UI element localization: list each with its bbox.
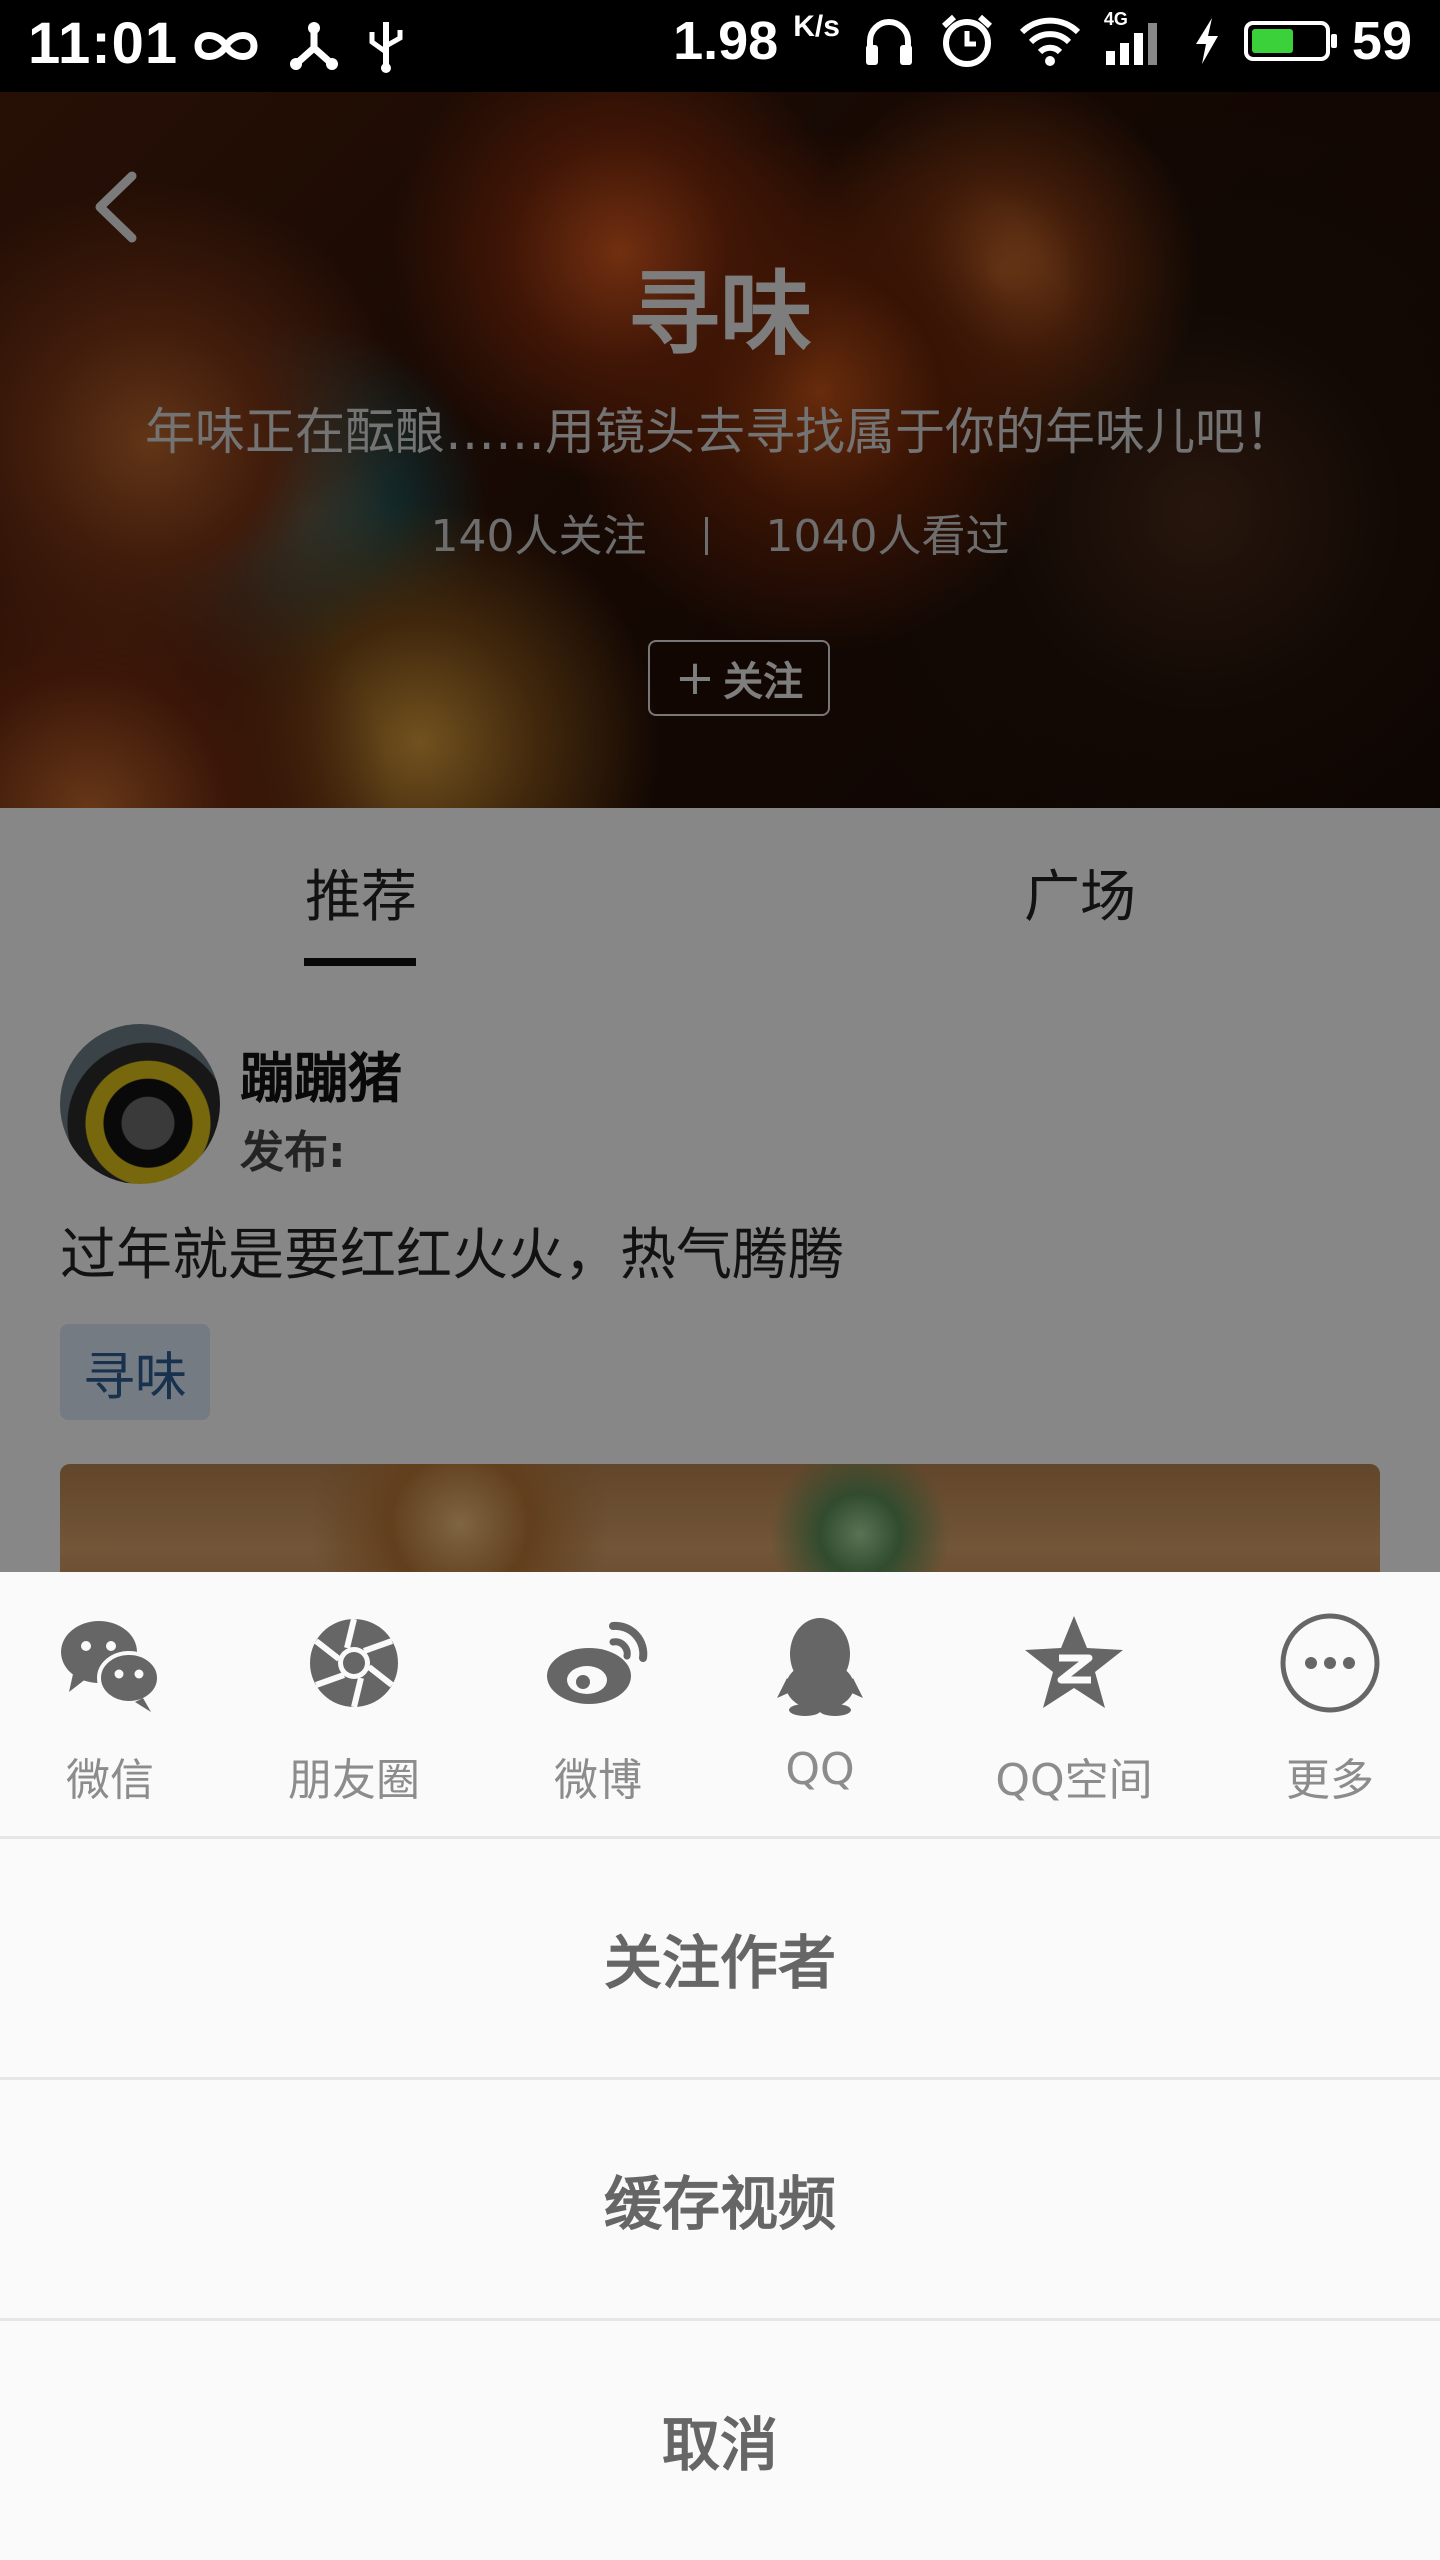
moments-icon	[310, 1618, 398, 1708]
share-qq[interactable]: QQ	[700, 1608, 940, 1795]
status-right-icons: 1.98 K/s 4G 59	[673, 9, 1412, 72]
share-moments-label: 朋友圈	[288, 1755, 420, 1806]
wifi-icon	[1019, 17, 1081, 66]
status-bar: 11:01 1.98 K/s 4G 59	[0, 0, 1440, 92]
share-targets: 微信 朋友圈 微博 QQ QQ空间 更多	[0, 1572, 1440, 1836]
network-speed: 1.98 K/s	[673, 10, 840, 71]
share-wechat-label: 微信	[66, 1755, 154, 1806]
qq-icon	[777, 1618, 863, 1716]
share-weibo[interactable]: 微博	[478, 1608, 718, 1808]
follow-author-button[interactable]: 关注作者	[0, 1839, 1440, 2077]
usb-icon	[369, 22, 403, 73]
share-moments[interactable]: 朋友圈	[234, 1608, 474, 1808]
share-wechat[interactable]: 微信	[0, 1608, 230, 1808]
dim-overlay[interactable]	[0, 92, 1440, 1572]
infinity-icon	[194, 32, 258, 60]
signal-icon: 4G	[1104, 9, 1170, 69]
share-qzone[interactable]: QQ空间	[954, 1608, 1194, 1808]
share-qq-label: QQ	[785, 1744, 855, 1795]
alarm-icon	[941, 14, 992, 67]
headset-icon	[865, 19, 912, 65]
battery-icon	[1243, 21, 1337, 61]
charging-icon	[1195, 18, 1218, 64]
share-qzone-label: QQ空间	[995, 1755, 1153, 1806]
share-more[interactable]: 更多	[1210, 1608, 1440, 1808]
qzone-icon	[1025, 1616, 1123, 1708]
status-time: 11:01	[28, 11, 179, 76]
battery-percent: 59	[1351, 11, 1412, 71]
status-left-icons	[190, 18, 406, 74]
usb-share-icon	[290, 22, 338, 70]
weibo-icon	[547, 1621, 648, 1704]
share-more-label: 更多	[1286, 1755, 1374, 1806]
cache-video-button[interactable]: 缓存视频	[0, 2080, 1440, 2318]
share-sheet: 微信 朋友圈 微博 QQ QQ空间 更多 关注作者 缓存视频 取消	[0, 1572, 1440, 2560]
share-weibo-label: 微博	[554, 1755, 642, 1806]
more-icon	[1280, 1613, 1380, 1713]
cancel-button[interactable]: 取消	[0, 2321, 1440, 2559]
wechat-icon	[61, 1621, 161, 1712]
